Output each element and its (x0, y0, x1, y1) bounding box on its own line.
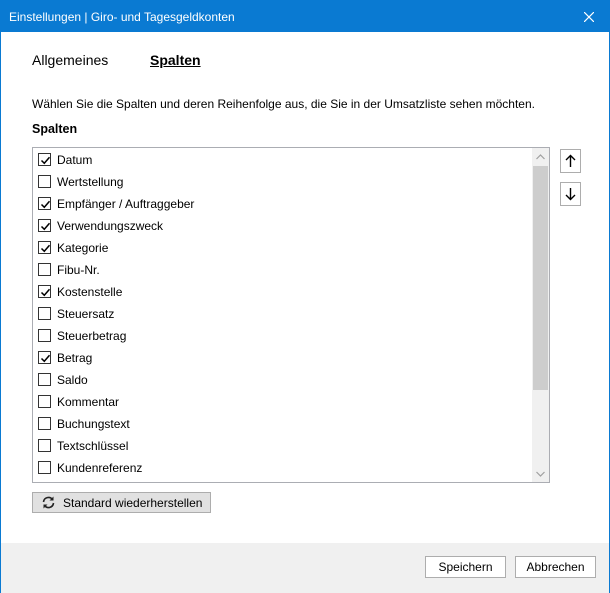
column-row[interactable]: Empfänger / Auftraggeber (33, 193, 529, 215)
close-button[interactable] (569, 1, 609, 32)
column-checkbox[interactable] (38, 175, 51, 188)
column-checkbox[interactable] (38, 373, 51, 386)
column-label: Verwendungszweck (57, 219, 164, 233)
column-row[interactable]: Betrag (33, 347, 529, 369)
column-checkbox[interactable] (38, 329, 51, 342)
reset-defaults-label: Standard wiederherstellen (63, 495, 203, 510)
tab-general[interactable]: Allgemeines (32, 52, 108, 68)
description-text: Wählen Sie die Spalten und deren Reihenf… (32, 97, 535, 111)
column-checkbox[interactable] (38, 153, 51, 166)
column-checkbox[interactable] (38, 417, 51, 430)
column-row[interactable]: Buchungstext (33, 413, 529, 435)
window-title: Einstellungen | Giro- und Tagesgeldkonte… (9, 10, 235, 24)
column-label: Steuersatz (57, 307, 115, 321)
settings-dialog: Einstellungen | Giro- und Tagesgeldkonte… (0, 0, 610, 593)
column-row[interactable]: Fibu-Nr. (33, 259, 529, 281)
column-checkbox[interactable] (38, 197, 51, 210)
chevron-down-icon (536, 471, 545, 477)
arrow-up-icon (565, 154, 576, 167)
checkmark-icon (40, 288, 51, 297)
title-bar: Einstellungen | Giro- und Tagesgeldkonte… (1, 1, 609, 32)
column-label: Betrag (57, 351, 93, 365)
column-row[interactable]: Kategorie (33, 237, 529, 259)
close-icon (584, 11, 594, 22)
vertical-scrollbar[interactable] (532, 148, 549, 482)
column-checkbox[interactable] (38, 285, 51, 298)
columns-section-label: Spalten (32, 122, 78, 136)
column-checkbox[interactable] (38, 219, 51, 232)
columns-listbox[interactable]: Datum Wertstellung Empfänger / Auftraggebe… (32, 147, 550, 483)
column-checkbox[interactable] (38, 263, 51, 276)
column-label: Buchungstext (57, 417, 130, 431)
scroll-down-button[interactable] (532, 465, 549, 482)
column-row[interactable]: Textschlüssel (33, 435, 529, 457)
column-label: Kostenstelle (57, 285, 123, 299)
column-checkbox[interactable] (38, 307, 51, 320)
column-label: Datum (57, 153, 93, 167)
save-button[interactable]: Speichern (425, 556, 506, 578)
checkmark-icon (40, 200, 51, 209)
checkmark-icon (40, 156, 51, 165)
move-up-button[interactable] (560, 149, 581, 173)
scroll-up-button[interactable] (532, 148, 549, 165)
tab-columns[interactable]: Spalten (150, 52, 201, 68)
refresh-icon (42, 496, 55, 509)
column-label: Textschlüssel (57, 439, 129, 453)
move-down-button[interactable] (560, 182, 581, 206)
column-row[interactable]: Wertstellung (33, 171, 529, 193)
column-label: Wertstellung (57, 175, 124, 189)
column-row[interactable]: Saldo (33, 369, 529, 391)
column-row[interactable]: Verwendungszweck (33, 215, 529, 237)
column-checkbox[interactable] (38, 241, 51, 254)
column-label: Fibu-Nr. (57, 263, 100, 277)
column-row[interactable]: Kostenstelle (33, 281, 529, 303)
column-row[interactable]: Kommentar (33, 391, 529, 413)
column-label: Empfänger / Auftraggeber (57, 197, 195, 211)
checkmark-icon (40, 244, 51, 253)
column-checkbox[interactable] (38, 461, 51, 474)
checkmark-icon (40, 354, 51, 363)
column-label: Steuerbetrag (57, 329, 127, 343)
column-checkbox[interactable] (38, 439, 51, 452)
cancel-button[interactable]: Abbrechen (515, 556, 596, 578)
column-label: Kundenreferenz (57, 461, 143, 475)
column-row[interactable]: Kundenreferenz (33, 457, 529, 479)
reset-defaults-button[interactable]: Standard wiederherstellen (32, 492, 211, 513)
scroll-thumb[interactable] (533, 166, 548, 390)
column-label: Kommentar (57, 395, 120, 409)
column-row[interactable]: Steuerbetrag (33, 325, 529, 347)
column-row[interactable]: Steuersatz (33, 303, 529, 325)
chevron-up-icon (536, 153, 545, 159)
arrow-down-icon (565, 188, 576, 201)
column-checkbox[interactable] (38, 351, 51, 364)
column-label: Kategorie (57, 241, 109, 255)
column-checkbox[interactable] (38, 395, 51, 408)
column-row[interactable]: Datum (33, 149, 529, 171)
checkmark-icon (40, 222, 51, 231)
column-label: Saldo (57, 373, 88, 387)
